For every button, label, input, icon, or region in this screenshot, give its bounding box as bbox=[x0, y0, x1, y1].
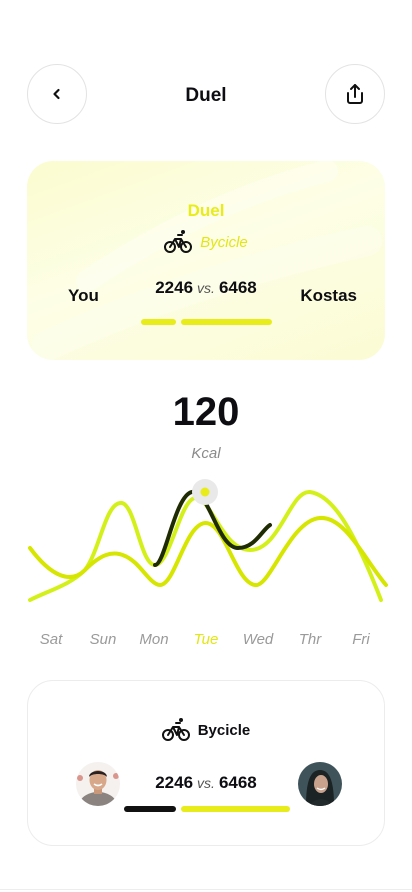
duel-card: Duel Bycicle You 2246 vs. 6468 Kostas bbox=[27, 161, 385, 360]
kcal-unit: Kcal bbox=[191, 445, 221, 462]
summary-vs-label: vs. bbox=[197, 775, 215, 791]
activity-chart[interactable] bbox=[0, 470, 412, 620]
series-line-kostas bbox=[28, 516, 388, 588]
day-axis: Sat Sun Mon Tue Wed Thr Fri bbox=[0, 631, 412, 651]
bottom-divider bbox=[0, 889, 412, 890]
day-label-wed[interactable]: Wed bbox=[233, 631, 283, 648]
share-button[interactable] bbox=[325, 64, 385, 124]
share-icon bbox=[347, 84, 363, 104]
avatar-kostas-image bbox=[298, 762, 342, 806]
summary-card[interactable]: Bycicle 2246 vs. 6468 bbox=[27, 680, 385, 846]
card-texture bbox=[32, 161, 382, 360]
series-line-you bbox=[28, 490, 383, 602]
summary-bar-left bbox=[124, 806, 176, 812]
summary-sport-row: Bycicle bbox=[28, 717, 384, 743]
summary-score-left: 2246 bbox=[155, 773, 194, 792]
avatar-kostas[interactable] bbox=[298, 762, 342, 806]
progress-bar-left bbox=[141, 319, 176, 325]
bicycle-icon bbox=[164, 230, 193, 253]
day-label-tue[interactable]: Tue bbox=[181, 631, 231, 648]
day-label-mon[interactable]: Mon bbox=[129, 631, 179, 648]
sport-row: Bycicle bbox=[27, 229, 385, 255]
summary-bar-right bbox=[181, 806, 290, 812]
duel-card-title: Duel bbox=[187, 201, 225, 220]
day-label-thr[interactable]: Thr bbox=[285, 631, 335, 648]
day-label-fri[interactable]: Fri bbox=[336, 631, 386, 648]
series-line-dark bbox=[153, 490, 272, 567]
selected-point[interactable] bbox=[200, 487, 210, 497]
score-left: 2246 bbox=[155, 278, 194, 297]
vs-label: vs. bbox=[197, 280, 215, 296]
day-label-sun[interactable]: Sun bbox=[78, 631, 128, 648]
sport-label: Bycicle bbox=[200, 233, 248, 251]
score-right: 6468 bbox=[218, 278, 257, 297]
summary-sport-label: Bycicle bbox=[197, 721, 251, 739]
player-right-name: Kostas bbox=[300, 286, 357, 305]
day-label-sat[interactable]: Sat bbox=[26, 631, 76, 648]
bicycle-icon bbox=[161, 718, 190, 741]
progress-bar-right bbox=[181, 319, 272, 325]
kcal-value: 120 bbox=[172, 390, 240, 434]
summary-score-right: 6468 bbox=[218, 773, 257, 792]
